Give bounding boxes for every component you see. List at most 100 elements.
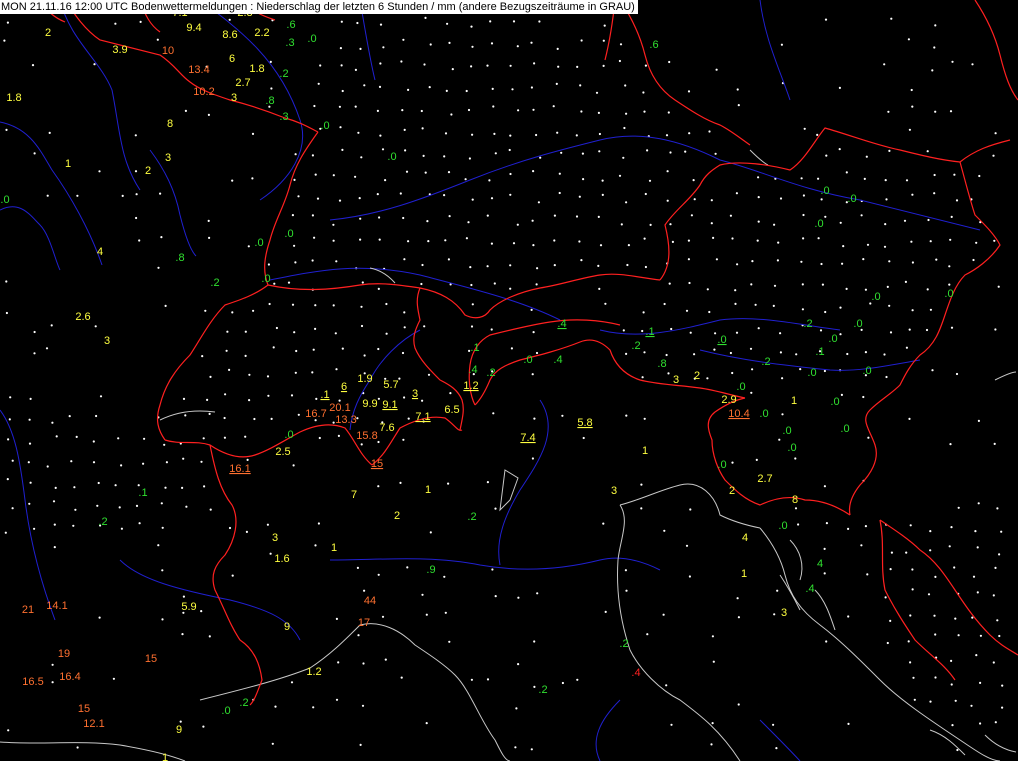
station-dot	[710, 222, 713, 225]
station-dot	[137, 484, 140, 487]
station-dot	[555, 82, 558, 85]
station-dot	[715, 258, 719, 261]
station-dot	[713, 348, 716, 351]
station-dot	[909, 524, 912, 527]
station-dot	[885, 198, 888, 201]
station-dot	[332, 174, 335, 177]
station-dot	[1001, 684, 1004, 687]
station-dot	[486, 64, 489, 67]
station-value: 5.9	[181, 601, 196, 613]
station-dot	[72, 524, 75, 527]
station-dot	[399, 192, 402, 195]
station-dot	[517, 109, 520, 112]
station-dot	[641, 329, 644, 333]
station-dot	[957, 634, 960, 637]
station-dot	[379, 23, 383, 26]
station-dot	[642, 91, 645, 94]
station-value: 15	[371, 458, 383, 470]
station-value: .0	[828, 333, 837, 345]
station-dot	[290, 394, 294, 397]
station-dot	[533, 62, 536, 65]
station-dot	[378, 216, 381, 219]
station-dot	[266, 523, 269, 526]
station-dot	[293, 178, 296, 181]
station-value: 3	[104, 335, 110, 347]
station-dot	[45, 347, 49, 350]
station-dot	[294, 371, 297, 374]
station-dot	[864, 525, 868, 528]
station-dot	[208, 236, 211, 239]
station-dot	[604, 302, 607, 305]
station-dot	[598, 150, 601, 153]
station-dot	[385, 302, 388, 306]
station-dot	[640, 507, 643, 510]
station-dot	[994, 566, 997, 570]
station-dot	[665, 134, 669, 137]
station-dot	[363, 589, 366, 592]
station-dot	[934, 24, 937, 27]
station-dot	[670, 327, 673, 331]
station-dot	[51, 421, 54, 424]
station-value: 7.1	[415, 411, 430, 423]
station-dot	[275, 326, 278, 330]
station-dot	[467, 221, 470, 224]
station-value: 6.5	[444, 404, 459, 416]
station-dot	[847, 527, 850, 531]
station-dot	[729, 351, 733, 355]
station-dot	[862, 258, 865, 261]
station-dot	[979, 681, 982, 685]
station-dot	[598, 132, 602, 136]
station-value: 8	[167, 118, 173, 130]
station-dot	[934, 575, 937, 579]
station-dot	[70, 460, 73, 463]
station-dot	[312, 706, 315, 709]
station-value: 1	[162, 752, 168, 761]
station-dot	[708, 130, 711, 133]
station-dot	[28, 502, 31, 505]
station-dot	[693, 353, 696, 356]
station-dot	[1000, 530, 1003, 533]
station-dot	[576, 65, 579, 68]
station-dot	[424, 16, 427, 19]
station-value: 1.2	[306, 666, 321, 678]
station-dot	[508, 148, 511, 152]
station-dot	[28, 442, 32, 445]
station-dot	[179, 720, 182, 723]
station-dot	[74, 508, 77, 511]
station-dot	[949, 238, 952, 241]
station-dot	[379, 62, 382, 65]
station-dot	[666, 199, 669, 202]
station-dot	[46, 194, 49, 197]
station-dot	[55, 435, 58, 438]
station-value: 1	[741, 568, 747, 580]
station-dot	[425, 613, 428, 616]
station-dot	[314, 327, 317, 330]
station-dot	[643, 417, 646, 420]
station-value: 14.1	[46, 600, 67, 612]
station-dot	[773, 284, 777, 287]
station-dot	[297, 413, 300, 416]
station-dot	[994, 328, 997, 331]
station-dot	[847, 722, 850, 726]
station-dot	[801, 283, 804, 286]
station-dot	[161, 618, 164, 621]
station-dot	[231, 574, 234, 577]
station-dot	[117, 437, 120, 440]
station-dot	[644, 192, 647, 196]
station-value: 16.7	[305, 408, 326, 420]
station-dot	[470, 325, 474, 328]
station-dot	[469, 266, 472, 269]
station-dot	[98, 170, 101, 173]
station-value: 10	[162, 45, 174, 57]
station-value: .0	[787, 442, 796, 454]
station-value: 1.8	[249, 63, 264, 75]
station-value: 3.9	[112, 44, 127, 56]
station-value: 16.4	[59, 671, 80, 683]
station-dot	[318, 436, 321, 440]
station-dot	[362, 662, 365, 665]
station-dot	[531, 373, 534, 376]
station-dot	[446, 22, 449, 25]
station-dot	[423, 63, 426, 66]
station-dot	[864, 288, 868, 291]
station-dot	[494, 507, 497, 510]
